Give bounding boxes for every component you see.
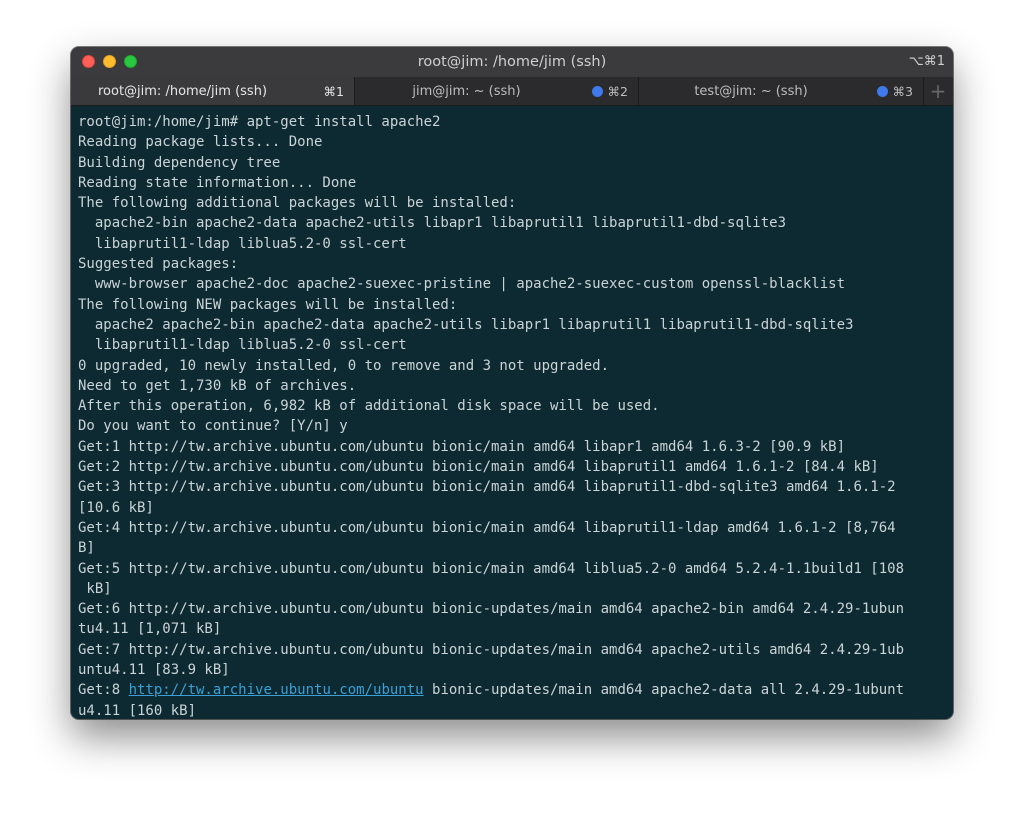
terminal-line: [10.6 kB] — [78, 499, 154, 516]
terminal-window: root@jim: /home/jim (ssh) ⌥⌘1 root@jim: … — [71, 47, 953, 719]
terminal-output[interactable]: root@jim:/home/jim# apt-get install apac… — [71, 106, 953, 719]
terminal-line: u4.11 [160 kB] — [78, 702, 197, 719]
tab-bar: root@jim: /home/jim (ssh) ⌘1 jim@jim: ~ … — [71, 77, 953, 106]
activity-indicator-icon — [876, 85, 888, 97]
terminal-line: 0 upgraded, 10 newly installed, 0 to rem… — [78, 357, 610, 374]
terminal-line: After this operation, 6,982 kB of additi… — [78, 398, 660, 415]
tab-shortcut-text: ⌘3 — [892, 83, 913, 99]
terminal-line: The following NEW packages will be insta… — [78, 296, 458, 313]
terminal-line: The following additional packages will b… — [78, 195, 517, 212]
terminal-line: www-browser apache2-doc apache2-suexec-p… — [78, 276, 846, 293]
terminal-line: Get:1 http://tw.archive.ubuntu.com/ubunt… — [78, 438, 846, 455]
terminal-line: kB] — [78, 580, 112, 597]
terminal-line: tu4.11 [1,071 kB] — [78, 621, 222, 638]
archive-url-link[interactable]: http://tw.archive.ubuntu.com/ubuntu — [129, 682, 424, 698]
terminal-line: untu4.11 [83.9 kB] — [78, 662, 230, 679]
terminal-line: root@jim:/home/jim# apt-get install apac… — [78, 114, 441, 130]
terminal-line: Get:6 http://tw.archive.ubuntu.com/ubunt… — [78, 601, 905, 618]
tab-label: root@jim: /home/jim (ssh) — [97, 83, 268, 99]
tab-shortcut-text: ⌘2 — [607, 83, 628, 99]
tab-test-ssh[interactable]: test@jim: ~ (ssh) ⌘3 — [639, 77, 924, 105]
tab-root-ssh[interactable]: root@jim: /home/jim (ssh) ⌘1 — [71, 77, 355, 105]
terminal-lines: root@jim:/home/jim# apt-get install apac… — [78, 112, 946, 680]
terminal-line: apache2-bin apache2-data apache2-utils l… — [78, 215, 787, 232]
window-controls — [82, 55, 137, 68]
tab-shortcut: ⌘1 — [324, 84, 344, 99]
terminal-line: Do you want to continue? [Y/n] y — [78, 418, 348, 435]
window-shortcut: ⌥⌘1 — [908, 54, 945, 69]
close-button[interactable] — [82, 55, 95, 68]
tab-shortcut: ⌘3 — [876, 83, 913, 99]
terminal-line: Building dependency tree — [78, 154, 281, 171]
terminal-line: Suggested packages: — [78, 256, 239, 273]
zoom-button[interactable] — [124, 55, 137, 68]
terminal-line: Get:7 http://tw.archive.ubuntu.com/ubunt… — [78, 641, 905, 658]
tab-label: test@jim: ~ (ssh) — [694, 83, 808, 99]
terminal-line: Get:4 http://tw.archive.ubuntu.com/ubunt… — [78, 519, 896, 536]
window-title: root@jim: /home/jim (ssh) — [417, 54, 607, 70]
minimize-button[interactable] — [103, 55, 116, 68]
terminal-line: apache2 apache2-bin apache2-data apache2… — [78, 316, 854, 333]
terminal-line: B] — [78, 540, 95, 557]
terminal-line: Get:3 http://tw.archive.ubuntu.com/ubunt… — [78, 479, 896, 496]
tab-shortcut-text: ⌘1 — [323, 83, 344, 99]
terminal-line: Need to get 1,730 kB of archives. — [78, 377, 357, 394]
terminal-line: Get:2 http://tw.archive.ubuntu.com/ubunt… — [78, 459, 879, 476]
terminal-line: Reading state information... Done — [78, 174, 357, 191]
activity-indicator-icon — [591, 85, 603, 97]
terminal-line: Get:5 http://tw.archive.ubuntu.com/ubunt… — [78, 560, 905, 577]
terminal-line: Reading package lists... Done — [78, 134, 323, 151]
tab-label: jim@jim: ~ (ssh) — [412, 83, 521, 99]
terminal-line: libaprutil1-ldap liblua5.2-0 ssl-cert — [78, 235, 407, 252]
line-suffix: bionic-updates/main amd64 apache2-data a… — [423, 682, 905, 699]
terminal-line: Get:8 http://tw.archive.ubuntu.com/ubunt… — [78, 680, 946, 700]
title-bar[interactable]: root@jim: /home/jim (ssh) ⌥⌘1 — [71, 47, 953, 77]
new-tab-button[interactable]: + — [924, 77, 952, 105]
tab-shortcut: ⌘2 — [591, 83, 628, 99]
tab-jim-ssh[interactable]: jim@jim: ~ (ssh) ⌘2 — [355, 77, 639, 105]
terminal-line: libaprutil1-ldap liblua5.2-0 ssl-cert — [78, 337, 407, 354]
line-prefix: Get:8 — [78, 682, 129, 699]
